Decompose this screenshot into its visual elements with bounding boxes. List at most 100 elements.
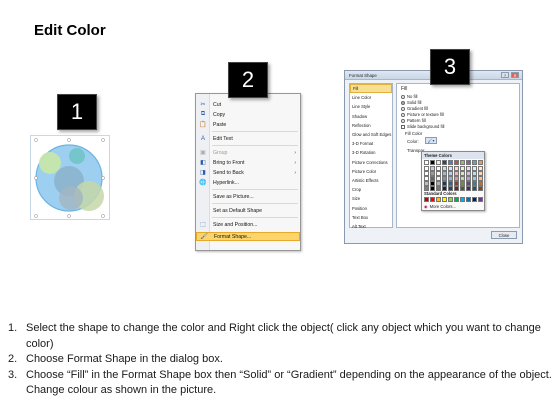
pattern-fill-radio[interactable]: Pattern fill <box>401 118 426 123</box>
slide-background-fill-checkbox[interactable]: Slide background fill <box>401 124 444 129</box>
color-swatch[interactable] <box>448 181 454 186</box>
menu-item-size-and-position[interactable]: ⬚ Size and Position... <box>196 220 300 229</box>
category-line-style[interactable]: Line Style <box>350 102 392 111</box>
color-swatch[interactable] <box>448 186 454 191</box>
color-swatch[interactable] <box>424 181 430 186</box>
color-swatch[interactable] <box>454 181 460 186</box>
close-icon[interactable]: ✕ <box>511 72 519 78</box>
color-swatch[interactable] <box>442 186 448 191</box>
color-swatch[interactable] <box>454 186 460 191</box>
category-3d-format[interactable]: 3-D Format <box>350 139 392 148</box>
category-picture-corrections[interactable]: Picture Corrections <box>350 158 392 167</box>
color-swatch[interactable] <box>430 166 436 171</box>
standard-color-swatch[interactable] <box>466 197 472 202</box>
color-swatch[interactable] <box>430 181 436 186</box>
color-swatch[interactable] <box>442 166 448 171</box>
standard-color-swatch[interactable] <box>442 197 448 202</box>
category-alt-text[interactable]: Alt Text <box>350 222 392 231</box>
color-swatch[interactable] <box>454 176 460 181</box>
standard-color-swatch[interactable] <box>454 197 460 202</box>
color-swatch[interactable] <box>424 176 430 181</box>
standard-color-swatch[interactable] <box>436 197 442 202</box>
color-swatch[interactable] <box>460 176 466 181</box>
color-swatch[interactable] <box>472 166 478 171</box>
standard-color-swatch[interactable] <box>472 197 478 202</box>
color-swatch[interactable] <box>442 171 448 176</box>
color-swatch[interactable] <box>466 176 472 181</box>
color-swatch[interactable] <box>460 160 466 165</box>
color-swatch[interactable] <box>478 186 484 191</box>
color-swatch[interactable] <box>430 176 436 181</box>
category-position[interactable]: Position <box>350 203 392 212</box>
color-swatch[interactable] <box>442 160 448 165</box>
color-swatch[interactable] <box>478 166 484 171</box>
color-swatch[interactable] <box>430 171 436 176</box>
menu-item-copy[interactable]: ⧉ Copy <box>196 110 300 119</box>
menu-item-cut[interactable]: ✂ Cut <box>196 100 300 109</box>
menu-item-send-to-back[interactable]: ◨ Send to Back › <box>196 168 300 177</box>
color-swatch[interactable] <box>424 186 430 191</box>
color-swatch[interactable] <box>460 181 466 186</box>
menu-item-hyperlink[interactable]: 🌐 Hyperlink... <box>196 178 300 187</box>
color-swatch[interactable] <box>436 171 442 176</box>
color-swatch[interactable] <box>430 160 436 165</box>
color-swatch[interactable] <box>454 171 460 176</box>
category-3d-rotation[interactable]: 3-D Rotation <box>350 148 392 157</box>
menu-item-edit-text[interactable]: A Edit Text <box>196 134 300 143</box>
standard-color-swatch[interactable] <box>430 197 436 202</box>
category-text-box[interactable]: Text Box <box>350 213 392 222</box>
menu-item-set-default-shape[interactable]: Set as Default Shape <box>196 206 300 215</box>
color-swatch[interactable] <box>466 160 472 165</box>
menu-item-paste[interactable]: 📋 Paste <box>196 120 300 129</box>
category-shadow[interactable]: Shadow <box>350 112 392 121</box>
color-swatch[interactable] <box>436 181 442 186</box>
color-swatch[interactable] <box>472 181 478 186</box>
color-swatch[interactable] <box>460 171 466 176</box>
color-swatch[interactable] <box>460 166 466 171</box>
color-swatch[interactable] <box>466 186 472 191</box>
color-swatch[interactable] <box>478 176 484 181</box>
color-swatch[interactable] <box>460 186 466 191</box>
color-swatch[interactable] <box>472 160 478 165</box>
category-reflection[interactable]: Reflection <box>350 121 392 130</box>
more-colors-link[interactable]: ◉ More Colors... <box>424 204 456 209</box>
category-picture-color[interactable]: Picture Color <box>350 167 392 176</box>
solid-fill-radio[interactable]: Solid fill <box>401 100 421 105</box>
category-artistic-effects[interactable]: Artistic Effects <box>350 176 392 185</box>
gradient-fill-radio[interactable]: Gradient fill <box>401 106 428 111</box>
color-swatch[interactable] <box>424 166 430 171</box>
shape-selection-panel[interactable] <box>30 135 110 220</box>
category-fill[interactable]: Fill <box>350 84 392 94</box>
standard-color-swatch[interactable] <box>478 197 484 202</box>
color-swatch[interactable] <box>424 160 430 165</box>
color-swatch[interactable] <box>466 171 472 176</box>
color-swatch[interactable] <box>472 176 478 181</box>
category-glow[interactable]: Glow and Soft Edges <box>350 130 392 139</box>
color-swatch[interactable] <box>424 171 430 176</box>
category-crop[interactable]: Crop <box>350 185 392 194</box>
standard-color-swatch[interactable] <box>424 197 430 202</box>
menu-item-save-as-picture[interactable]: Save as Picture... <box>196 192 300 201</box>
color-swatch[interactable] <box>430 186 436 191</box>
color-swatch[interactable] <box>436 186 442 191</box>
color-swatch[interactable] <box>472 171 478 176</box>
no-fill-radio[interactable]: No fill <box>401 94 417 99</box>
color-swatch[interactable] <box>448 171 454 176</box>
standard-color-swatch[interactable] <box>448 197 454 202</box>
picture-fill-radio[interactable]: Picture or texture fill <box>401 112 444 117</box>
color-swatch[interactable] <box>478 171 484 176</box>
help-icon[interactable]: ? <box>501 72 509 78</box>
close-button[interactable]: Close <box>491 231 517 239</box>
category-size[interactable]: Size <box>350 194 392 203</box>
color-swatch[interactable] <box>454 160 460 165</box>
menu-item-bring-to-front[interactable]: ◧ Bring to Front › <box>196 158 300 167</box>
color-swatch[interactable] <box>478 160 484 165</box>
color-swatch[interactable] <box>448 176 454 181</box>
color-swatch[interactable] <box>466 166 472 171</box>
color-swatch[interactable] <box>436 160 442 165</box>
color-swatch[interactable] <box>448 166 454 171</box>
color-swatch[interactable] <box>454 166 460 171</box>
color-swatch[interactable] <box>472 186 478 191</box>
menu-item-format-shape[interactable]: 🖌 Format Shape... <box>196 232 300 241</box>
category-line-color[interactable]: Line Color <box>350 93 392 102</box>
